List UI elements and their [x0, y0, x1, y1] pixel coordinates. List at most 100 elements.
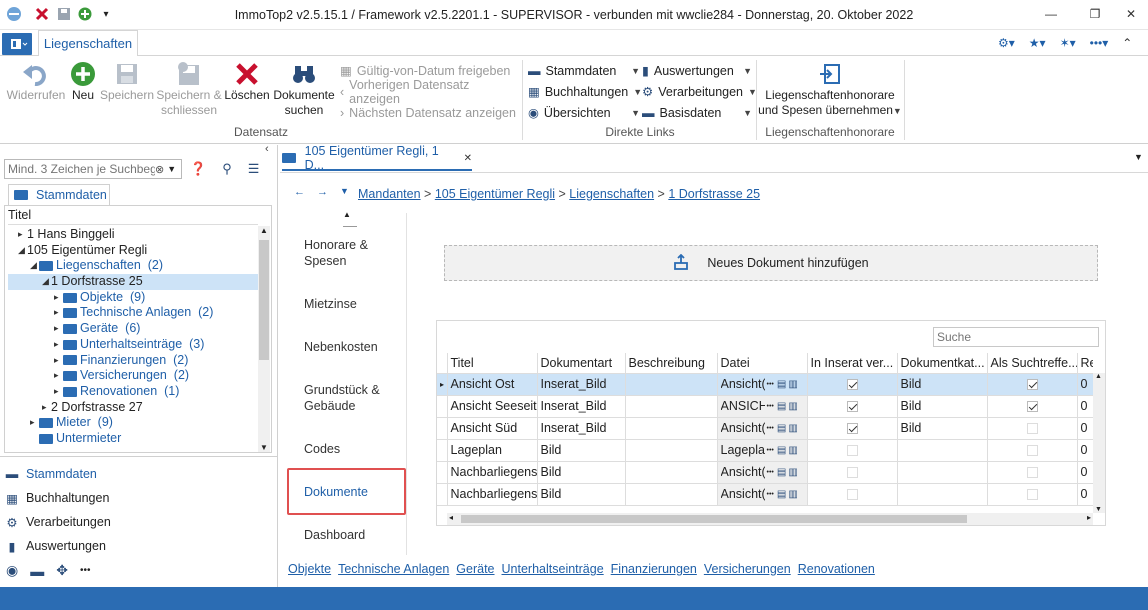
- history-dropdown-icon[interactable]: ▼: [340, 186, 349, 198]
- footer-link[interactable]: Finanzierungen: [611, 562, 697, 576]
- tree-expander-icon[interactable]: ▸: [30, 415, 39, 431]
- link-verarbeitungen[interactable]: ⚙ Verarbeitungen ▼: [642, 81, 757, 102]
- column-header[interactable]: Dokumentkat...: [897, 353, 988, 374]
- checkbox-suchtreffer[interactable]: [1026, 445, 1038, 457]
- restore-button[interactable]: ❐: [1084, 4, 1106, 24]
- cell-suchtreffer[interactable]: [987, 417, 1078, 440]
- link-basisdaten[interactable]: ▬ Basisdaten ▼: [642, 102, 752, 123]
- tree-node[interactable]: ▸ 1 Hans Binggeli: [8, 227, 258, 243]
- tree-expander-icon[interactable]: ▸: [42, 400, 51, 416]
- forward-arrow-icon[interactable]: →: [317, 186, 328, 198]
- footer-link[interactable]: Geräte: [456, 562, 494, 576]
- clear-search-icon[interactable]: ⊗: [155, 163, 164, 176]
- tree-node[interactable]: Untermieter: [8, 431, 258, 447]
- grid-scroll-up-icon[interactable]: ▲: [1095, 373, 1102, 380]
- cell-datei[interactable]: Ansicht(••• ▤ ▥: [717, 461, 808, 484]
- cell-in-inserat[interactable]: [807, 373, 898, 396]
- tree-expander-icon[interactable]: ▸: [54, 368, 63, 384]
- tree-expander-icon[interactable]: ▸: [54, 353, 63, 369]
- search-dropdown-icon[interactable]: ▼: [167, 164, 176, 174]
- table-row[interactable]: Ansicht Süd Inserat_Bild Ansicht(••• ▤ ▥ Bild…: [437, 417, 1093, 440]
- tree-node[interactable]: ◢ Liegenschaften (2): [8, 258, 258, 274]
- cell-dokumentkategorie[interactable]: [897, 439, 988, 462]
- close-record-icon[interactable]: [34, 6, 50, 22]
- export-file-icon[interactable]: ▥: [788, 401, 797, 412]
- cell-titel[interactable]: Ansicht Ost: [447, 373, 538, 396]
- tree-node[interactable]: ◢ 105 Eigentümer Regli: [8, 243, 258, 259]
- vnav-mietzinse[interactable]: Mietzinse: [304, 296, 357, 312]
- tree-node[interactable]: ▸ Geräte (6): [8, 321, 258, 337]
- cell-dokumentart[interactable]: Bild: [537, 483, 626, 506]
- favorites-star-icon[interactable]: ★▾: [1029, 36, 1046, 50]
- open-file-icon[interactable]: ▤: [777, 489, 786, 500]
- back-arrow-icon[interactable]: ←: [294, 186, 305, 198]
- cell-beschreibung[interactable]: [625, 373, 718, 396]
- favorites-add-icon[interactable]: ✶▾: [1060, 36, 1076, 50]
- nav-buchhaltungen[interactable]: ▦ Buchhaltungen: [4, 486, 274, 510]
- quick-access-menu-icon[interactable]: ▾: [98, 6, 114, 22]
- puzzle-icon[interactable]: ✥: [56, 562, 68, 579]
- delete-button[interactable]: Löschen: [223, 60, 271, 103]
- tree-node[interactable]: ▸ Renovationen (1): [8, 384, 258, 400]
- more-modules-icon[interactable]: •••: [80, 565, 91, 576]
- column-header[interactable]: In Inserat ver...: [807, 353, 898, 374]
- export-file-icon[interactable]: ▥: [788, 489, 797, 500]
- cell-dokumentkategorie[interactable]: [897, 461, 988, 484]
- checkbox-in-inserat[interactable]: [846, 467, 858, 479]
- nav-auswertungen[interactable]: ▮ Auswertungen: [4, 534, 274, 558]
- tree-expander-icon[interactable]: ▸: [54, 290, 63, 306]
- file-browse-icon[interactable]: •••: [767, 447, 774, 454]
- tree-search-input[interactable]: [5, 162, 155, 176]
- link-stammdaten[interactable]: ▬ Stammdaten ▼: [528, 60, 640, 81]
- fees-import-button[interactable]: Liegenschaftenhonorare und Spesen überne…: [758, 60, 902, 119]
- cell-re[interactable]: 0: [1077, 395, 1093, 418]
- cell-dokumentart[interactable]: Bild: [537, 439, 626, 462]
- close-tab-icon[interactable]: ✕: [464, 153, 472, 164]
- tree-expander-icon[interactable]: ▸: [54, 384, 63, 400]
- grid-scroll-down-icon[interactable]: ▼: [1095, 506, 1102, 513]
- column-header[interactable]: Re: [1077, 353, 1093, 374]
- tree-expander-icon[interactable]: ◢: [42, 274, 51, 290]
- cell-re[interactable]: 0: [1077, 461, 1093, 484]
- vnav-scroll-up-icon[interactable]: ▲: [343, 210, 351, 219]
- tree-node[interactable]: ▸ Mieter (9): [8, 415, 258, 431]
- export-file-icon[interactable]: ▥: [788, 467, 797, 478]
- grid-search-input[interactable]: [933, 327, 1099, 347]
- vnav-dashboard[interactable]: Dashboard: [304, 527, 365, 543]
- new-button[interactable]: Neu: [68, 60, 98, 103]
- cell-beschreibung[interactable]: [625, 395, 718, 418]
- checkbox-suchtreffer[interactable]: [1026, 467, 1038, 479]
- column-header[interactable]: Als Suchtreffe...: [987, 353, 1078, 374]
- cell-suchtreffer[interactable]: [987, 395, 1078, 418]
- link-uebersichten[interactable]: ◉ Übersichten ▼: [528, 102, 640, 123]
- more-options-icon[interactable]: •••▾: [1090, 36, 1109, 50]
- cell-datei[interactable]: Ansicht(••• ▤ ▥: [717, 373, 808, 396]
- breadcrumb-link[interactable]: 105 Eigentümer Regli: [435, 187, 555, 201]
- export-file-icon[interactable]: ▥: [788, 423, 797, 434]
- table-row[interactable]: Lageplan Bild Lagepla ••• ▤ ▥ 0: [437, 439, 1093, 462]
- tree-scrollbar-thumb[interactable]: [259, 240, 269, 360]
- cell-re[interactable]: 0: [1077, 373, 1093, 396]
- link-auswertungen[interactable]: ▮ Auswertungen ▼: [642, 60, 752, 81]
- tree-node[interactable]: ▸ Objekte (9): [8, 290, 258, 306]
- column-header[interactable]: Beschreibung: [625, 353, 718, 374]
- save-close-button[interactable]: Speichern & schliessen: [155, 60, 223, 118]
- cell-re[interactable]: 0: [1077, 417, 1093, 440]
- file-menu-button[interactable]: [2, 33, 32, 55]
- file-browse-icon[interactable]: •••: [767, 425, 774, 432]
- column-header[interactable]: Dokumentart: [537, 353, 626, 374]
- cell-suchtreffer[interactable]: [987, 373, 1078, 396]
- cell-dokumentart[interactable]: Inserat_Bild: [537, 417, 626, 440]
- search-documents-button[interactable]: Dokumente suchen: [271, 60, 337, 118]
- cell-dokumentkategorie[interactable]: Bild: [897, 373, 988, 396]
- cell-titel[interactable]: Ansicht Süd: [447, 417, 538, 440]
- prev-record-item[interactable]: ‹ Vorherigen Datensatz anzeigen: [340, 78, 522, 106]
- vnav-codes[interactable]: Codes: [304, 441, 340, 457]
- breadcrumb-link[interactable]: Mandanten: [358, 187, 421, 201]
- footer-link[interactable]: Objekte: [288, 562, 331, 576]
- cell-dokumentart[interactable]: Bild: [537, 461, 626, 484]
- cell-dokumentkategorie[interactable]: Bild: [897, 417, 988, 440]
- checkbox-suchtreffer[interactable]: [1026, 489, 1038, 501]
- cell-titel[interactable]: Ansicht Seeseite: [447, 395, 538, 418]
- footer-link[interactable]: Technische Anlagen: [338, 562, 449, 576]
